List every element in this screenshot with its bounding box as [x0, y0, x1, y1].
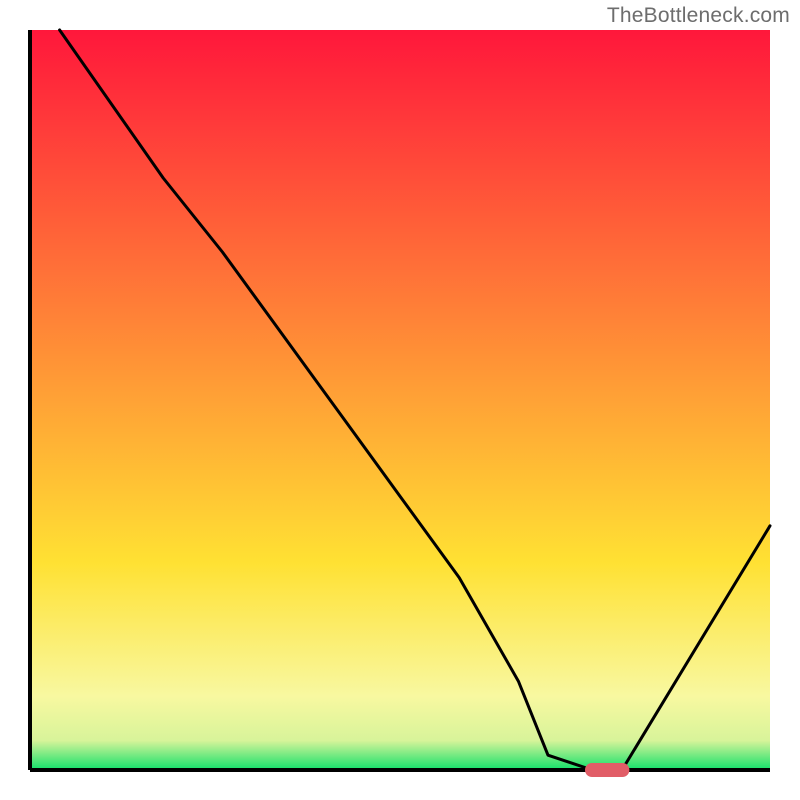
plot-area — [30, 30, 770, 777]
chart-frame: TheBottleneck.com — [0, 0, 800, 800]
optimal-marker — [585, 763, 629, 777]
gradient-background — [30, 30, 770, 770]
chart-svg — [0, 0, 800, 800]
